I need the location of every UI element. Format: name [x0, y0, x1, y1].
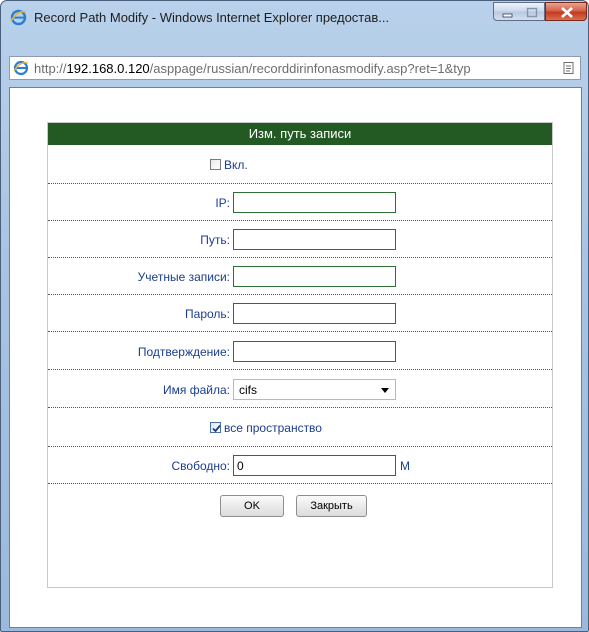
password-label: Пароль:: [185, 307, 230, 321]
confirm-password-input[interactable]: [233, 341, 396, 362]
row-all-space: все пространство: [48, 408, 552, 447]
maximize-button[interactable]: [519, 2, 545, 21]
filename-select[interactable]: cifs: [233, 379, 396, 400]
page-icon[interactable]: [562, 61, 576, 75]
window-title: Record Path Modify - Windows Internet Ex…: [34, 10, 390, 25]
row-confirm: Подтверждение:: [48, 332, 552, 370]
enable-label: Вкл.: [224, 158, 248, 172]
password-input[interactable]: [233, 303, 396, 324]
row-free: Свободно: M: [48, 447, 552, 484]
row-account: Учетные записи:: [48, 258, 552, 295]
path-label: Путь:: [200, 233, 230, 247]
all-space-checkbox-label[interactable]: все пространство: [210, 421, 322, 435]
record-path-form: Изм. путь записи Вкл. IP: Путь: Учетные …: [47, 122, 553, 588]
row-path: Путь:: [48, 221, 552, 258]
filename-label: Имя файла:: [163, 383, 230, 397]
enable-checkbox[interactable]: [210, 159, 221, 170]
minimize-button[interactable]: [493, 2, 520, 21]
ok-button[interactable]: OK: [220, 495, 284, 517]
enable-checkbox-label[interactable]: Вкл.: [210, 158, 248, 172]
all-space-checkbox[interactable]: [210, 422, 221, 433]
path-input[interactable]: [233, 229, 396, 250]
confirm-label: Подтверждение:: [137, 345, 230, 359]
free-label: Свободно:: [171, 459, 231, 473]
ie-page-icon: [13, 60, 29, 76]
account-label: Учетные записи:: [137, 270, 230, 284]
url-prefix: http://: [34, 61, 67, 76]
row-enable: Вкл.: [48, 145, 552, 184]
address-bar[interactable]: http://192.168.0.120/asppage/russian/rec…: [9, 56, 581, 80]
form-header: Изм. путь записи: [48, 123, 552, 145]
url-path: /asppage/russian/recorddirinfonasmodify.…: [149, 61, 471, 76]
row-ip: IP:: [48, 184, 552, 221]
all-space-label: все пространство: [224, 421, 322, 435]
checkmark-icon: [212, 424, 221, 433]
close-button[interactable]: Закрыть: [296, 495, 367, 517]
chevron-down-icon[interactable]: [381, 388, 389, 393]
address-url[interactable]: http://192.168.0.120/asppage/russian/rec…: [34, 61, 558, 76]
internet-explorer-icon: [10, 9, 27, 26]
free-input[interactable]: [233, 455, 396, 476]
account-input[interactable]: [233, 266, 396, 287]
url-host: 192.168.0.120: [66, 61, 150, 76]
row-filename: Имя файла: cifs: [48, 370, 552, 408]
ip-input[interactable]: [233, 192, 396, 213]
browser-window: Record Path Modify - Windows Internet Ex…: [0, 0, 589, 632]
close-window-button[interactable]: [545, 2, 587, 21]
page-content: Изм. путь записи Вкл. IP: Путь: Учетные …: [9, 87, 582, 628]
ip-label: IP:: [215, 196, 230, 210]
title-bar[interactable]: Record Path Modify - Windows Internet Ex…: [1, 1, 588, 33]
filename-selected-value: cifs: [239, 383, 257, 397]
row-password: Пароль:: [48, 295, 552, 332]
free-unit: M: [400, 459, 410, 473]
